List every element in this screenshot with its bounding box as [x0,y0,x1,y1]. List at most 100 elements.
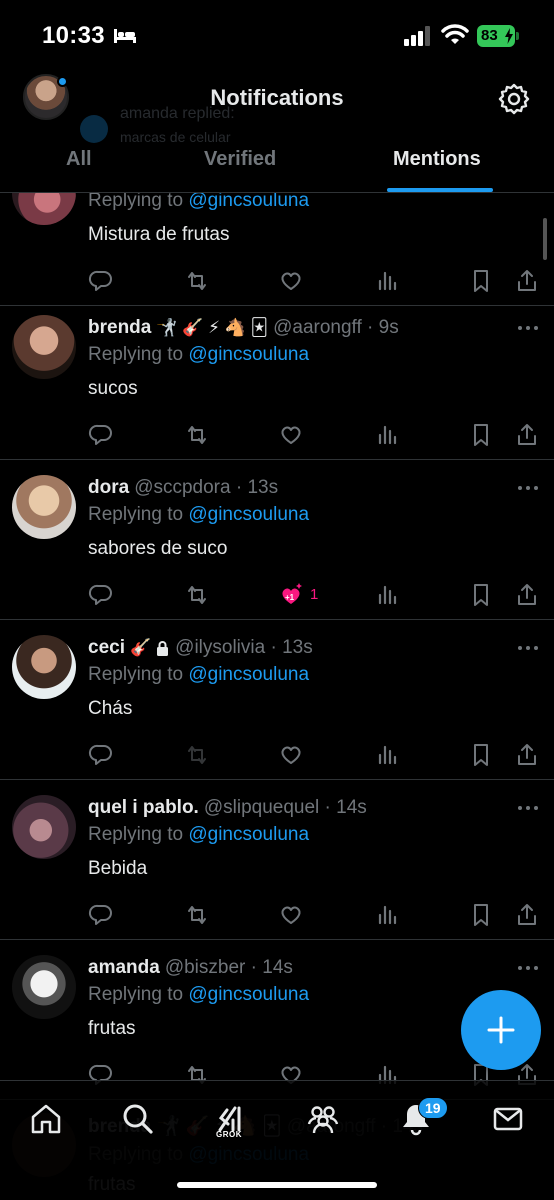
reply-button[interactable] [88,582,114,608]
toast-avatar [80,115,108,143]
retweet-button[interactable] [184,742,210,768]
user-handle[interactable]: @biszber [165,957,246,979]
bookmark-button[interactable] [468,742,494,768]
replying-to: Replying to @gincsouluna [88,824,309,846]
like-button[interactable] [278,902,304,928]
timestamp: 13s [282,637,313,658]
views-button[interactable] [374,742,400,768]
notification-badge: 19 [418,1097,448,1119]
scrollbar[interactable] [543,218,547,260]
tweet-item[interactable]: brenda 🤺 🎸 ⚡ 🐴 🃏 @aarongff · 9s Replying… [0,300,554,460]
retweet-icon [188,906,206,924]
views-icon [378,271,397,291]
avatar[interactable] [12,475,76,539]
bookmark-button[interactable] [468,902,494,928]
tweet-text: frutas [88,1018,136,1039]
nav-search[interactable] [118,1099,158,1139]
replying-to: Replying to @gincsouluna [88,504,309,526]
nav-grok[interactable]: GROK [210,1099,250,1139]
liked-heart-icon: +1 [282,583,302,604]
tab-verified[interactable]: Verified [204,148,276,171]
like-button[interactable]: +1 [278,582,304,608]
more-options-icon[interactable] [517,644,539,652]
name-emoji: 🤺 🎸 ⚡ 🐴 🃏 [156,318,269,337]
reply-button[interactable] [88,902,114,928]
meta-separator: · [361,317,379,338]
display-name[interactable]: dora [88,477,129,499]
more-options-icon[interactable] [517,324,539,332]
gear-icon[interactable] [497,82,531,116]
display-name[interactable]: quel i pablo. [88,797,199,819]
bookmark-button[interactable] [468,582,494,608]
avatar[interactable] [12,795,76,859]
cellular-signal-icon [404,26,430,46]
display-name[interactable]: ceci [88,637,125,659]
reply-handle-link[interactable]: @gincsouluna [188,504,309,525]
battery-nub [516,32,519,40]
more-options-icon[interactable] [517,484,539,492]
share-button[interactable] [514,268,540,294]
user-handle[interactable]: @aarongff [273,317,362,339]
share-button[interactable] [514,422,540,448]
reply-handle-link[interactable]: @gincsouluna [188,824,309,845]
avatar[interactable] [12,193,76,225]
reply-prefix: Replying to [88,824,189,845]
retweet-button[interactable] [184,422,210,448]
tweet-item[interactable]: ceci 🎸 @ilysolivia · 13s Replying to @gi… [0,620,554,780]
tweet-text: Mistura de frutas [88,224,230,245]
lock-icon [157,640,169,656]
reply-handle-link[interactable]: @gincsouluna [188,984,309,1005]
compose-button[interactable] [461,990,541,1070]
tweet-item[interactable]: quel i pablo. @slipquequel · 14s Replyin… [0,780,554,940]
views-button[interactable] [374,902,400,928]
status-time: 10:33 [42,22,105,49]
svg-text:+1: +1 [285,593,295,602]
like-button[interactable] [278,742,304,768]
display-name[interactable]: amanda [88,957,160,979]
share-button[interactable] [514,902,540,928]
views-button[interactable] [374,582,400,608]
tab-all[interactable]: All [66,148,92,171]
reply-button[interactable] [88,268,114,294]
tweet-item[interactable]: dora @sccpdora · 13s Replying to @gincso… [0,460,554,620]
bookmark-button[interactable] [468,422,494,448]
avatar[interactable] [12,635,76,699]
home-icon [31,1104,61,1134]
nav-home[interactable] [26,1099,66,1139]
retweet-button[interactable] [184,268,210,294]
avatar[interactable] [12,315,76,379]
more-options-icon[interactable] [517,964,539,972]
reply-handle-link[interactable]: @gincsouluna [188,193,309,211]
display-name[interactable]: brenda [88,317,151,339]
bookmark-button[interactable] [468,268,494,294]
user-handle[interactable]: @ilysolivia [175,637,265,659]
reply-button[interactable] [88,742,114,768]
user-handle[interactable]: @slipquequel [204,797,319,819]
status-bar: 10:33 83 [0,0,554,70]
tweet-item[interactable]: Replying to @gincsouluna Mistura de frut… [0,193,554,306]
share-button[interactable] [514,742,540,768]
tweet-actions [0,422,554,452]
tab-mentions[interactable]: Mentions [393,148,481,171]
views-button[interactable] [374,268,400,294]
reply-button[interactable] [88,422,114,448]
retweet-button[interactable] [184,902,210,928]
more-options-icon[interactable] [517,804,539,812]
nav-communities[interactable] [303,1099,343,1139]
grok-label: GROK [216,1130,242,1139]
bookmark-icon [474,584,488,606]
views-icon [378,425,397,445]
like-button[interactable] [278,422,304,448]
views-button[interactable] [374,422,400,448]
reply-handle-link[interactable]: @gincsouluna [188,664,309,685]
like-button[interactable] [278,268,304,294]
reply-icon [88,744,112,765]
share-button[interactable] [514,582,540,608]
nav-messages[interactable] [488,1099,528,1139]
reply-handle-link[interactable]: @gincsouluna [188,344,309,365]
user-handle[interactable]: @sccpdora [134,477,230,499]
meta-separator: · [230,477,248,498]
retweet-button[interactable] [184,582,210,608]
avatar[interactable] [12,955,76,1019]
home-indicator[interactable] [177,1182,377,1188]
